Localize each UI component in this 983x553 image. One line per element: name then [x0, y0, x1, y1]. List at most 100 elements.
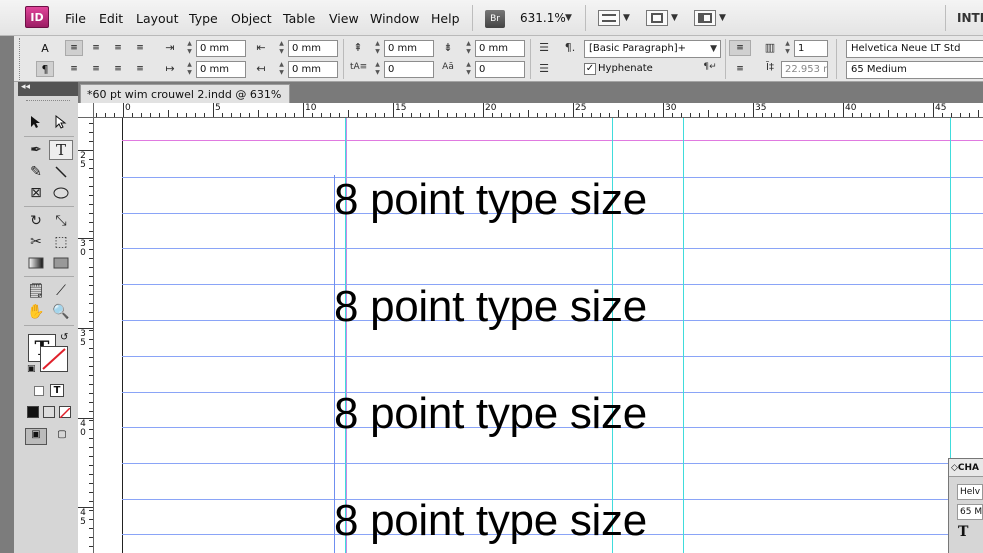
sample-text-line[interactable]: 8 point type size: [334, 392, 647, 436]
arrange-documents-dropdown-icon[interactable]: ▼: [719, 13, 726, 23]
drop-cap-lines-field[interactable]: 0: [384, 61, 434, 78]
ruler-origin[interactable]: [78, 103, 94, 118]
last-line-indent-stepper[interactable]: ▲ ▼: [277, 61, 286, 78]
do-not-align-to-grid-icon[interactable]: ≡: [729, 40, 751, 56]
character-font-field[interactable]: Helv: [957, 484, 983, 500]
columns-stepper[interactable]: ▲ ▼: [783, 40, 792, 57]
align-center-icon[interactable]: ≡: [87, 40, 105, 56]
menu-layout[interactable]: Layout: [136, 11, 179, 26]
eyedropper-tool-icon[interactable]: ⟋: [49, 281, 73, 301]
space-before-stepper[interactable]: ▲ ▼: [373, 40, 382, 57]
screen-mode-dropdown-icon[interactable]: ▼: [671, 13, 678, 23]
bulleted-list-icon[interactable]: ☰: [536, 41, 552, 54]
paragraph-composer-icon[interactable]: ¶↵: [702, 62, 718, 72]
menu-window[interactable]: Window: [370, 11, 419, 26]
character-formatting-button[interactable]: A: [36, 40, 54, 56]
drop-cap-chars-field[interactable]: 0: [475, 61, 525, 78]
align-left-icon[interactable]: ≡: [65, 40, 83, 56]
pencil-tool-icon[interactable]: ✎: [24, 162, 48, 182]
align-right-icon[interactable]: ≡: [109, 40, 127, 56]
bridge-button[interactable]: Br: [485, 10, 505, 28]
menu-edit[interactable]: Edit: [99, 11, 123, 26]
vertical-ruler[interactable]: 2 5 3 0 3 5 4 0 4 5: [78, 118, 94, 553]
drop-cap-chars-stepper[interactable]: ▲ ▼: [464, 61, 473, 78]
menu-table[interactable]: Table: [283, 11, 315, 26]
document-page[interactable]: 8 point type size 8 point type size 8 po…: [94, 118, 983, 553]
last-line-indent-field[interactable]: 0 mm: [288, 61, 338, 78]
line-tool-icon[interactable]: [49, 162, 73, 182]
apply-none-icon[interactable]: [59, 406, 71, 419]
right-indent-field[interactable]: 0 mm: [288, 40, 338, 57]
free-transform-tool-icon[interactable]: ⬚: [49, 232, 73, 252]
first-line-indent-stepper[interactable]: ▲ ▼: [185, 61, 194, 78]
normal-view-mode-icon[interactable]: ▣: [25, 428, 47, 445]
rectangle-frame-tool-icon[interactable]: ⊠: [24, 183, 48, 203]
numbered-list-icon[interactable]: ☰: [536, 62, 552, 75]
columns-field[interactable]: 1: [794, 40, 828, 57]
column-guide[interactable]: [683, 118, 684, 553]
justify-right-icon[interactable]: ≡: [109, 61, 127, 77]
direct-selection-tool-icon[interactable]: [49, 112, 73, 132]
font-family-dropdown[interactable]: Helvetica Neue LT Std: [846, 40, 983, 58]
default-fill-stroke-icon[interactable]: ▣: [27, 364, 36, 374]
gradient-feather-tool-icon[interactable]: [49, 253, 73, 273]
character-style-field[interactable]: 65 M: [957, 504, 983, 520]
menu-type[interactable]: Type: [189, 11, 218, 26]
drop-cap-lines-stepper[interactable]: ▲ ▼: [373, 61, 382, 78]
character-panel-title[interactable]: ◇CHA: [949, 459, 983, 477]
ellipse-tool-icon[interactable]: [49, 183, 73, 203]
menu-file[interactable]: File: [65, 11, 86, 26]
paragraph-style-dropdown[interactable]: [Basic Paragraph]+ ▼: [584, 40, 721, 58]
scale-tool-icon[interactable]: ⤡: [49, 211, 73, 231]
justify-center-icon[interactable]: ≡: [87, 61, 105, 77]
note-tool-icon[interactable]: 🗒: [24, 281, 48, 301]
zoom-level[interactable]: 631.1%: [520, 11, 566, 25]
baseline-value-field[interactable]: 22.953 mı: [781, 61, 828, 78]
left-indent-field[interactable]: 0 mm: [196, 40, 246, 57]
formatting-text-icon[interactable]: T: [50, 384, 64, 397]
tools-panel-header[interactable]: ◂◂: [18, 82, 78, 96]
hand-tool-icon[interactable]: ✋: [24, 302, 48, 322]
type-tool-icon[interactable]: T: [49, 140, 73, 160]
menu-help[interactable]: Help: [431, 11, 460, 26]
scissors-tool-icon[interactable]: ✂: [24, 232, 48, 252]
justify-left-icon[interactable]: ≡: [65, 61, 83, 77]
sample-text-line[interactable]: 8 point type size: [334, 499, 647, 543]
zoom-tool-icon[interactable]: 🔍: [49, 302, 73, 322]
space-after-field[interactable]: 0 mm: [475, 40, 525, 57]
view-options-dropdown-icon[interactable]: ▼: [623, 13, 630, 23]
apply-gradient-icon[interactable]: [43, 406, 55, 418]
zoom-dropdown-icon[interactable]: ▼: [565, 13, 572, 23]
gradient-tool-icon[interactable]: [24, 253, 48, 273]
font-style-dropdown[interactable]: 65 Medium: [846, 61, 983, 79]
tools-grip[interactable]: [26, 100, 70, 102]
workspace-switcher[interactable]: INTE: [957, 11, 983, 25]
space-before-field[interactable]: 0 mm: [384, 40, 434, 57]
preview-mode-icon[interactable]: ▢: [51, 428, 73, 445]
justify-all-icon[interactable]: ≡: [131, 61, 149, 77]
stroke-swatch-icon[interactable]: [40, 346, 68, 372]
pen-tool-icon[interactable]: ✒: [24, 140, 48, 160]
align-to-baseline-grid-icon[interactable]: ≡: [729, 61, 751, 77]
menu-object[interactable]: Object: [231, 11, 272, 26]
first-line-indent-field[interactable]: 0 mm: [196, 61, 246, 78]
apply-color-icon[interactable]: [27, 406, 39, 418]
view-options-icon[interactable]: [598, 10, 620, 26]
rotate-tool-icon[interactable]: ↻: [24, 211, 48, 231]
document-tab[interactable]: *60 pt wim crouwel 2.indd @ 631% ×: [80, 84, 290, 103]
sample-text-line[interactable]: 8 point type size: [334, 285, 647, 329]
collapse-icon[interactable]: ◇: [951, 463, 958, 473]
left-indent-stepper[interactable]: ▲ ▼: [185, 40, 194, 57]
space-after-stepper[interactable]: ▲ ▼: [464, 40, 473, 57]
screen-mode-icon[interactable]: [646, 10, 668, 26]
hyphenate-checkbox[interactable]: ✓: [584, 63, 596, 75]
menu-view[interactable]: View: [329, 11, 359, 26]
align-towards-spine-icon[interactable]: ≡: [131, 40, 149, 56]
horizontal-ruler[interactable]: 0 5 10 15 20 25 30 35 40 45: [94, 103, 983, 118]
selection-tool-icon[interactable]: [24, 112, 48, 132]
right-indent-stepper[interactable]: ▲ ▼: [277, 40, 286, 57]
paragraph-formatting-button[interactable]: ¶: [36, 61, 54, 77]
control-panel-grip[interactable]: [19, 38, 22, 80]
swap-fill-stroke-icon[interactable]: ↺: [60, 332, 68, 343]
sample-text-line[interactable]: 8 point type size: [334, 178, 647, 222]
